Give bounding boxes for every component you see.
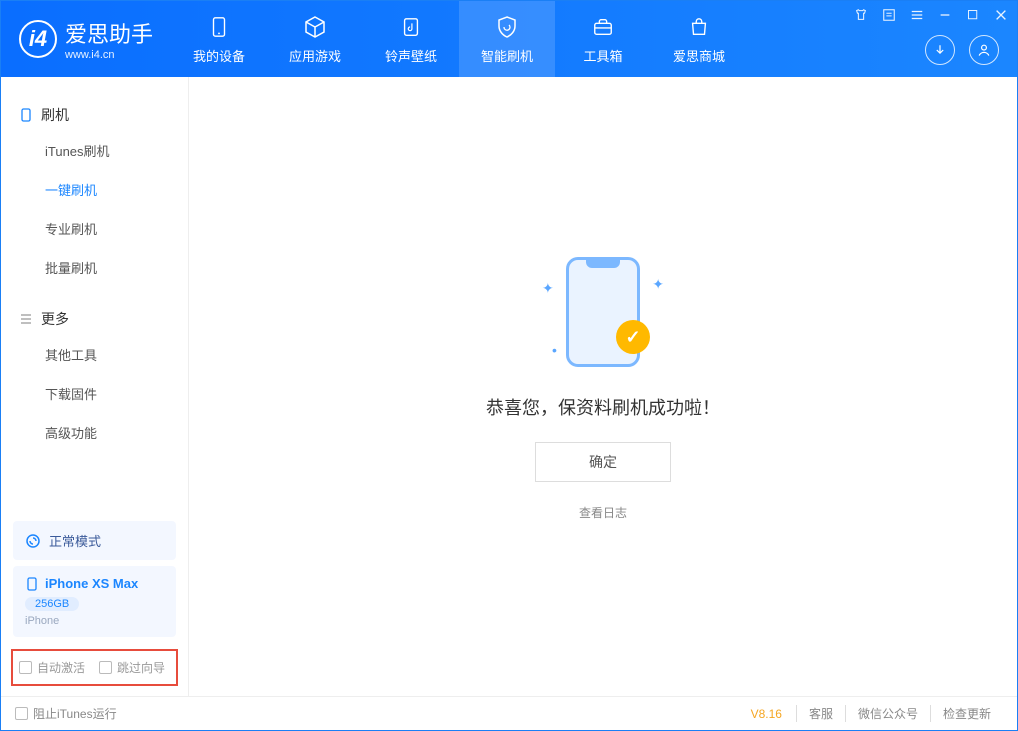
maximize-button[interactable]	[965, 7, 981, 23]
checkbox-label: 自动激活	[37, 659, 85, 676]
toolbox-icon	[590, 14, 616, 40]
version-label: V8.16	[751, 707, 782, 721]
tab-my-device[interactable]: 我的设备	[171, 1, 267, 77]
checkbox-label: 阻止iTunes运行	[33, 705, 117, 722]
capacity-badge: 256GB	[25, 597, 79, 611]
list-icon	[19, 312, 33, 326]
block-itunes-checkbox[interactable]: 阻止iTunes运行	[15, 705, 117, 722]
app-logo: i4 爱思助手 www.i4.cn	[1, 17, 171, 61]
logo-icon: i4	[19, 20, 57, 58]
mode-label: 正常模式	[49, 531, 101, 550]
highlighted-options: 自动激活 跳过向导	[11, 649, 178, 686]
close-button[interactable]	[993, 7, 1009, 23]
tab-label: 应用游戏	[289, 46, 341, 65]
sidebar-head-label: 刷机	[41, 105, 69, 125]
device-icon	[19, 108, 33, 122]
tab-apps[interactable]: 应用游戏	[267, 1, 363, 77]
device-type: iPhone	[25, 615, 164, 627]
header-actions	[925, 35, 999, 65]
user-button[interactable]	[969, 35, 999, 65]
tab-toolbox[interactable]: 工具箱	[555, 1, 651, 77]
sidebar-item-onekey-flash[interactable]: 一键刷机	[1, 170, 188, 209]
mode-box[interactable]: 正常模式	[13, 521, 176, 560]
main-tabs: 我的设备 应用游戏 铃声壁纸 智能刷机 工具箱 爱思商城	[171, 1, 747, 77]
sidebar-item-other-tools[interactable]: 其他工具	[1, 335, 188, 374]
bag-icon	[686, 14, 712, 40]
list-icon[interactable]	[881, 7, 897, 23]
auto-activate-checkbox[interactable]: 自动激活	[19, 659, 85, 676]
music-file-icon	[398, 14, 424, 40]
phone-icon	[206, 14, 232, 40]
device-name-label: iPhone XS Max	[45, 576, 138, 591]
sidebar-item-batch-flash[interactable]: 批量刷机	[1, 248, 188, 287]
cube-icon	[302, 14, 328, 40]
checkbox-label: 跳过向导	[117, 659, 165, 676]
tab-ringtones[interactable]: 铃声壁纸	[363, 1, 459, 77]
app-name: 爱思助手	[65, 17, 153, 49]
tab-flash[interactable]: 智能刷机	[459, 1, 555, 77]
view-log-link[interactable]: 查看日志	[579, 504, 627, 521]
sidebar-item-itunes-flash[interactable]: iTunes刷机	[1, 131, 188, 170]
ok-button[interactable]: 确定	[535, 442, 671, 482]
tab-label: 我的设备	[193, 46, 245, 65]
device-box[interactable]: iPhone XS Max 256GB iPhone	[13, 566, 176, 637]
tab-label: 铃声壁纸	[385, 46, 437, 65]
sparkle-icon: •	[552, 342, 557, 358]
menu-icon[interactable]	[909, 7, 925, 23]
app-url: www.i4.cn	[65, 49, 153, 61]
sidebar-head-flash: 刷机	[1, 99, 188, 131]
phone-small-icon	[25, 577, 39, 591]
sparkle-icon: ✦	[652, 276, 664, 293]
body: 刷机 iTunes刷机 一键刷机 专业刷机 批量刷机 更多 其他工具 下载固件 …	[1, 77, 1017, 696]
refresh-icon	[25, 533, 41, 549]
sidebar-head-more: 更多	[1, 303, 188, 335]
window-controls	[853, 7, 1009, 23]
main-content: ✦ ✦ • ✓ 恭喜您，保资料刷机成功啦！ 确定 查看日志	[189, 77, 1017, 696]
tab-label: 智能刷机	[481, 46, 533, 65]
sidebar-head-label: 更多	[41, 309, 69, 329]
footer-link-update[interactable]: 检查更新	[930, 705, 1003, 722]
sidebar: 刷机 iTunes刷机 一键刷机 专业刷机 批量刷机 更多 其他工具 下载固件 …	[1, 77, 189, 696]
sidebar-item-download-fw[interactable]: 下载固件	[1, 374, 188, 413]
minimize-button[interactable]	[937, 7, 953, 23]
footer-link-wechat[interactable]: 微信公众号	[845, 705, 930, 722]
sidebar-item-pro-flash[interactable]: 专业刷机	[1, 209, 188, 248]
footer-link-support[interactable]: 客服	[796, 705, 845, 722]
shield-refresh-icon	[494, 14, 520, 40]
shirt-icon[interactable]	[853, 7, 869, 23]
sparkle-icon: ✦	[542, 280, 554, 297]
app-header: i4 爱思助手 www.i4.cn 我的设备 应用游戏 铃声壁纸 智能刷机 工具…	[1, 1, 1017, 77]
success-message: 恭喜您，保资料刷机成功啦！	[486, 394, 720, 420]
download-button[interactable]	[925, 35, 955, 65]
sidebar-item-advanced[interactable]: 高级功能	[1, 413, 188, 452]
skip-guide-checkbox[interactable]: 跳过向导	[99, 659, 165, 676]
tab-label: 工具箱	[584, 46, 623, 65]
tab-store[interactable]: 爱思商城	[651, 1, 747, 77]
footer: 阻止iTunes运行 V8.16 客服 微信公众号 检查更新	[1, 696, 1017, 730]
checkmark-badge-icon: ✓	[616, 320, 650, 354]
tab-label: 爱思商城	[673, 46, 725, 65]
success-illustration: ✦ ✦ • ✓	[528, 252, 678, 372]
